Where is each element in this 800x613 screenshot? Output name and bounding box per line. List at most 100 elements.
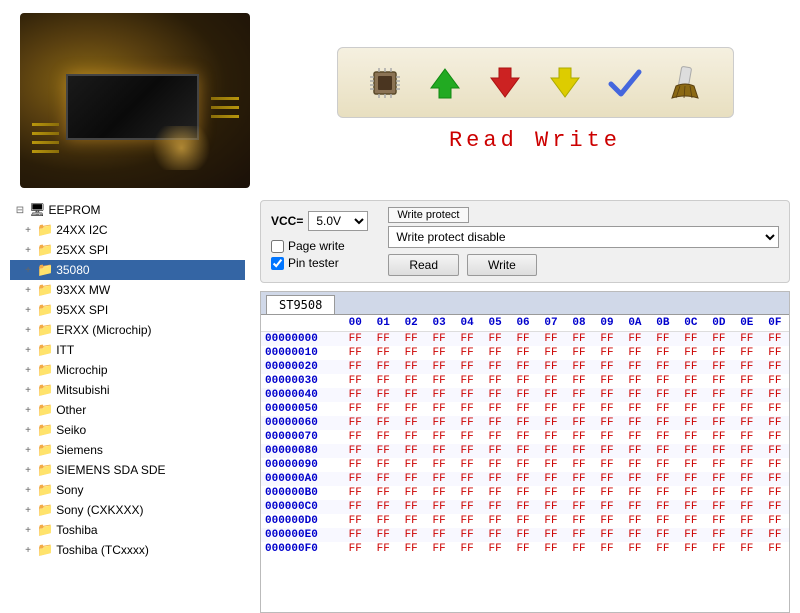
hex-cell-00000000-12[interactable]: FF — [677, 332, 705, 347]
tree-item-toshiba-tcxxxx[interactable]: + 📁 Toshiba (TCxxxx) — [10, 540, 245, 560]
hex-cell-00000040-7[interactable]: FF — [537, 388, 565, 402]
hex-cell-00000080-5[interactable]: FF — [481, 444, 509, 458]
hex-cell-00000070-8[interactable]: FF — [565, 430, 593, 444]
hex-cell-000000A0-2[interactable]: FF — [397, 472, 425, 486]
hex-cell-00000090-13[interactable]: FF — [705, 458, 733, 472]
hex-cell-00000010-6[interactable]: FF — [509, 346, 537, 360]
hex-cell-000000B0-7[interactable]: FF — [537, 486, 565, 500]
hex-cell-000000B0-6[interactable]: FF — [509, 486, 537, 500]
hex-cell-00000030-5[interactable]: FF — [481, 374, 509, 388]
hex-cell-000000D0-3[interactable]: FF — [425, 514, 453, 528]
expander-toshiba[interactable]: + — [22, 525, 34, 536]
hex-cell-00000020-14[interactable]: FF — [733, 360, 761, 374]
hex-cell-00000000-15[interactable]: FF — [761, 332, 789, 347]
hex-cell-000000C0-4[interactable]: FF — [453, 500, 481, 514]
hex-cell-00000010-2[interactable]: FF — [397, 346, 425, 360]
hex-cell-000000C0-3[interactable]: FF — [425, 500, 453, 514]
expander-siemens-sda-sde[interactable]: + — [22, 465, 34, 476]
download-yellow-icon[interactable] — [543, 60, 588, 105]
hex-cell-00000020-11[interactable]: FF — [649, 360, 677, 374]
tree-item-25xx-spi[interactable]: + 📁 25XX SPI — [10, 240, 245, 260]
hex-cell-000000A0-6[interactable]: FF — [509, 472, 537, 486]
tree-item-itt[interactable]: + 📁 ITT — [10, 340, 245, 360]
hex-cell-00000020-15[interactable]: FF — [761, 360, 789, 374]
hex-cell-000000D0-2[interactable]: FF — [397, 514, 425, 528]
hex-cell-000000C0-1[interactable]: FF — [369, 500, 397, 514]
write-button[interactable]: Write — [467, 254, 537, 276]
hex-cell-000000A0-5[interactable]: FF — [481, 472, 509, 486]
hex-cell-00000000-0[interactable]: FF — [341, 332, 369, 347]
hex-cell-00000030-15[interactable]: FF — [761, 374, 789, 388]
hex-cell-00000060-11[interactable]: FF — [649, 416, 677, 430]
hex-cell-00000060-10[interactable]: FF — [621, 416, 649, 430]
hex-cell-00000090-4[interactable]: FF — [453, 458, 481, 472]
hex-cell-00000010-3[interactable]: FF — [425, 346, 453, 360]
hex-cell-00000030-6[interactable]: FF — [509, 374, 537, 388]
hex-cell-000000A0-3[interactable]: FF — [425, 472, 453, 486]
hex-cell-000000B0-3[interactable]: FF — [425, 486, 453, 500]
hex-cell-00000070-4[interactable]: FF — [453, 430, 481, 444]
hex-cell-00000010-13[interactable]: FF — [705, 346, 733, 360]
tree-item-93xx-mw[interactable]: + 📁 93XX MW — [10, 280, 245, 300]
hex-cell-00000000-10[interactable]: FF — [621, 332, 649, 347]
hex-cell-000000F0-14[interactable]: FF — [733, 542, 761, 556]
hex-cell-000000B0-11[interactable]: FF — [649, 486, 677, 500]
page-write-checkbox[interactable] — [271, 240, 284, 253]
hex-cell-00000020-7[interactable]: FF — [537, 360, 565, 374]
hex-cell-000000D0-5[interactable]: FF — [481, 514, 509, 528]
hex-cell-00000030-9[interactable]: FF — [593, 374, 621, 388]
hex-cell-00000070-11[interactable]: FF — [649, 430, 677, 444]
hex-cell-00000040-8[interactable]: FF — [565, 388, 593, 402]
hex-cell-00000060-2[interactable]: FF — [397, 416, 425, 430]
hex-cell-000000D0-1[interactable]: FF — [369, 514, 397, 528]
expander-microchip[interactable]: + — [22, 365, 34, 376]
write-protect-select[interactable]: Write protect disable — [388, 226, 779, 248]
hex-cell-000000F0-12[interactable]: FF — [677, 542, 705, 556]
hex-cell-00000060-9[interactable]: FF — [593, 416, 621, 430]
hex-cell-00000070-15[interactable]: FF — [761, 430, 789, 444]
hex-cell-00000070-10[interactable]: FF — [621, 430, 649, 444]
hex-cell-000000D0-6[interactable]: FF — [509, 514, 537, 528]
hex-cell-00000080-10[interactable]: FF — [621, 444, 649, 458]
hex-cell-000000B0-2[interactable]: FF — [397, 486, 425, 500]
hex-cell-00000040-9[interactable]: FF — [593, 388, 621, 402]
hex-cell-000000D0-7[interactable]: FF — [537, 514, 565, 528]
hex-cell-00000020-3[interactable]: FF — [425, 360, 453, 374]
hex-cell-00000000-3[interactable]: FF — [425, 332, 453, 347]
hex-cell-00000090-14[interactable]: FF — [733, 458, 761, 472]
hex-cell-000000F0-4[interactable]: FF — [453, 542, 481, 556]
hex-cell-000000C0-2[interactable]: FF — [397, 500, 425, 514]
hex-cell-00000030-10[interactable]: FF — [621, 374, 649, 388]
hex-cell-000000C0-5[interactable]: FF — [481, 500, 509, 514]
hex-cell-000000A0-10[interactable]: FF — [621, 472, 649, 486]
hex-cell-00000080-11[interactable]: FF — [649, 444, 677, 458]
hex-cell-00000060-13[interactable]: FF — [705, 416, 733, 430]
hex-cell-00000020-10[interactable]: FF — [621, 360, 649, 374]
hex-cell-00000040-12[interactable]: FF — [677, 388, 705, 402]
hex-cell-000000C0-7[interactable]: FF — [537, 500, 565, 514]
hex-cell-00000090-15[interactable]: FF — [761, 458, 789, 472]
expander-25xx-spi[interactable]: + — [22, 245, 34, 256]
hex-cell-00000040-6[interactable]: FF — [509, 388, 537, 402]
hex-cell-00000040-15[interactable]: FF — [761, 388, 789, 402]
hex-cell-000000F0-9[interactable]: FF — [593, 542, 621, 556]
hex-cell-000000F0-1[interactable]: FF — [369, 542, 397, 556]
hex-cell-00000020-1[interactable]: FF — [369, 360, 397, 374]
expander-sony[interactable]: + — [22, 485, 34, 496]
hex-cell-00000060-12[interactable]: FF — [677, 416, 705, 430]
hex-cell-000000F0-13[interactable]: FF — [705, 542, 733, 556]
hex-cell-000000B0-13[interactable]: FF — [705, 486, 733, 500]
hex-cell-00000050-3[interactable]: FF — [425, 402, 453, 416]
hex-cell-00000070-12[interactable]: FF — [677, 430, 705, 444]
hex-cell-00000070-9[interactable]: FF — [593, 430, 621, 444]
hex-cell-00000080-0[interactable]: FF — [341, 444, 369, 458]
hex-cell-00000030-3[interactable]: FF — [425, 374, 453, 388]
hex-cell-000000E0-7[interactable]: FF — [537, 528, 565, 542]
hex-cell-00000030-2[interactable]: FF — [397, 374, 425, 388]
tree-item-sony-cxkxxx[interactable]: + 📁 Sony (CXKXXX) — [10, 500, 245, 520]
hex-cell-00000090-8[interactable]: FF — [565, 458, 593, 472]
hex-cell-000000E0-10[interactable]: FF — [621, 528, 649, 542]
hex-cell-00000080-9[interactable]: FF — [593, 444, 621, 458]
hex-cell-00000010-14[interactable]: FF — [733, 346, 761, 360]
tree-root-eeprom[interactable]: ⊟ 🖥 EEPROM — [10, 200, 245, 220]
